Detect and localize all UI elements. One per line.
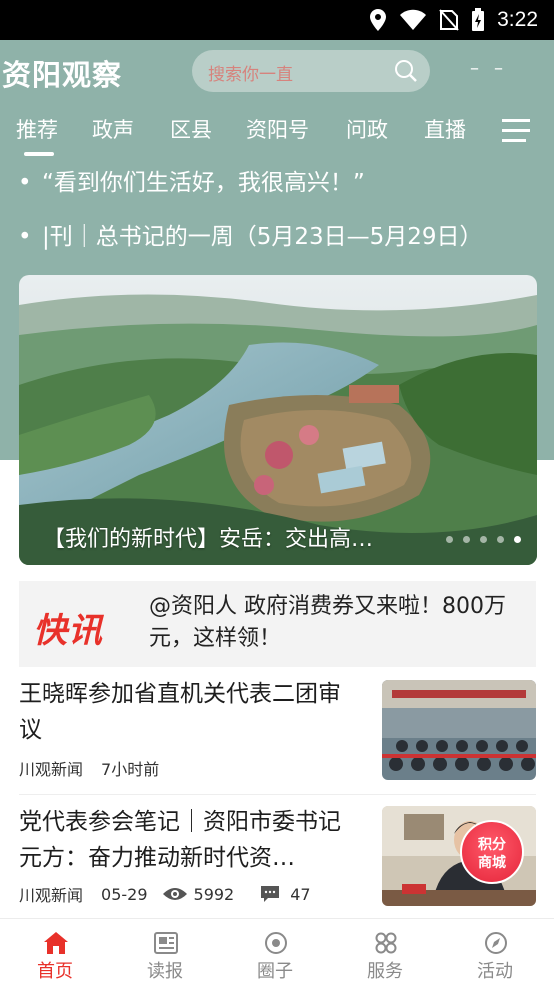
nav-label: 首页 [37,961,73,982]
circle-icon [265,932,287,954]
location-icon [370,9,387,31]
points-mall-badge[interactable]: 积分 商城 [460,820,524,884]
app-logo[interactable]: 资阳观察 [2,52,122,94]
newspaper-icon [154,932,178,954]
search-placeholder: 搜索你一直 [208,65,293,85]
news-source: 川观新闻 [19,886,84,905]
channel-tabs: 推荐 政声 区县 资阳号 问政 直播 [0,112,554,162]
news-views: 5992 [193,884,235,904]
nav-newspaper[interactable]: 读报 [110,919,220,986]
nav-services[interactable]: 服务 [330,919,440,986]
points-badge-line2: 商城 [478,855,506,871]
news-meta: 川观新闻 7小时前 [19,756,159,780]
tab-districts[interactable]: 区县 [170,114,212,144]
tab-live[interactable]: 直播 [424,114,466,144]
header-dash: – [494,58,503,79]
compass-icon [485,932,507,954]
carousel-dot[interactable] [446,536,453,543]
flash-news-card[interactable]: 快讯 @资阳人 政府消费券又来啦！800万元，这样领！ [19,581,536,667]
flash-news-text: @资阳人 政府消费券又来啦！800万元，这样领！ [149,594,506,651]
news-title: 党代表参会笔记｜资阳市委书记元方：奋力推动新时代资… [19,809,341,871]
headline-text: “看到你们生活好，我很高兴！” [42,170,365,196]
header-dash: – [470,58,479,79]
nav-home[interactable]: 首页 [0,919,110,986]
nav-circle[interactable]: 圈子 [220,919,330,986]
bullet-icon: • [18,224,32,250]
carousel-pagination [446,536,521,543]
nav-label: 活动 [477,961,513,982]
bottom-navigation: 首页 读报 圈子 服务 活动 [0,918,554,986]
no-sim-icon [439,9,459,31]
news-time: 7小时前 [101,760,160,779]
home-icon [44,932,68,954]
search-input[interactable]: 搜索你一直 [192,50,430,92]
active-tab-indicator [24,152,54,156]
eye-icon [162,888,187,900]
carousel-dot[interactable] [480,536,487,543]
tab-politics-voice[interactable]: 政声 [92,114,134,144]
news-source: 川观新闻 [19,760,84,779]
divider [19,794,536,795]
menu-icon[interactable] [502,118,530,144]
tab-inquiry[interactable]: 问政 [346,114,388,144]
tab-recommend[interactable]: 推荐 [16,114,58,144]
wifi-icon [400,9,427,30]
headline-item[interactable]: • “看到你们生活好，我很高兴！” [18,163,365,197]
headline-item[interactable]: • |刊｜总书记的一周（5月23日—5月29日） [18,217,483,251]
nav-label: 读报 [147,961,183,982]
bullet-icon: • [18,170,32,196]
points-badge-line1: 积分 [478,837,506,853]
carousel-dot[interactable] [497,536,504,543]
flash-news-logo: 快讯 [33,611,103,651]
news-meta: 川观新闻 05-29 5992 47 [19,882,311,906]
status-time: 3:22 [497,8,538,31]
carousel-caption: 【我们的新时代】安岳：交出高… [43,527,374,552]
news-comments: 47 [290,884,311,904]
battery-charging-icon [472,8,485,31]
carousel-dot-active[interactable] [514,536,521,543]
nav-label: 圈子 [257,961,293,982]
search-icon[interactable] [394,59,418,83]
carousel-dot[interactable] [463,536,470,543]
news-list-item[interactable]: 王晓晖参加省直机关代表二团审议 川观新闻 7小时前 [0,672,554,792]
news-thumbnail [382,680,536,780]
news-title: 王晓晖参加省直机关代表二团审议 [19,681,341,743]
headline-text: |刊｜总书记的一周（5月23日—5月29日） [42,224,483,250]
status-bar: 3:22 [0,0,554,40]
grid-icon [375,932,397,954]
comment-icon [261,886,280,902]
tab-ziyang-account[interactable]: 资阳号 [246,114,309,144]
nav-activities[interactable]: 活动 [440,919,550,986]
featured-carousel[interactable]: 【我们的新时代】安岳：交出高… [19,275,537,565]
nav-label: 服务 [367,961,403,982]
news-time: 05-29 [101,884,148,904]
